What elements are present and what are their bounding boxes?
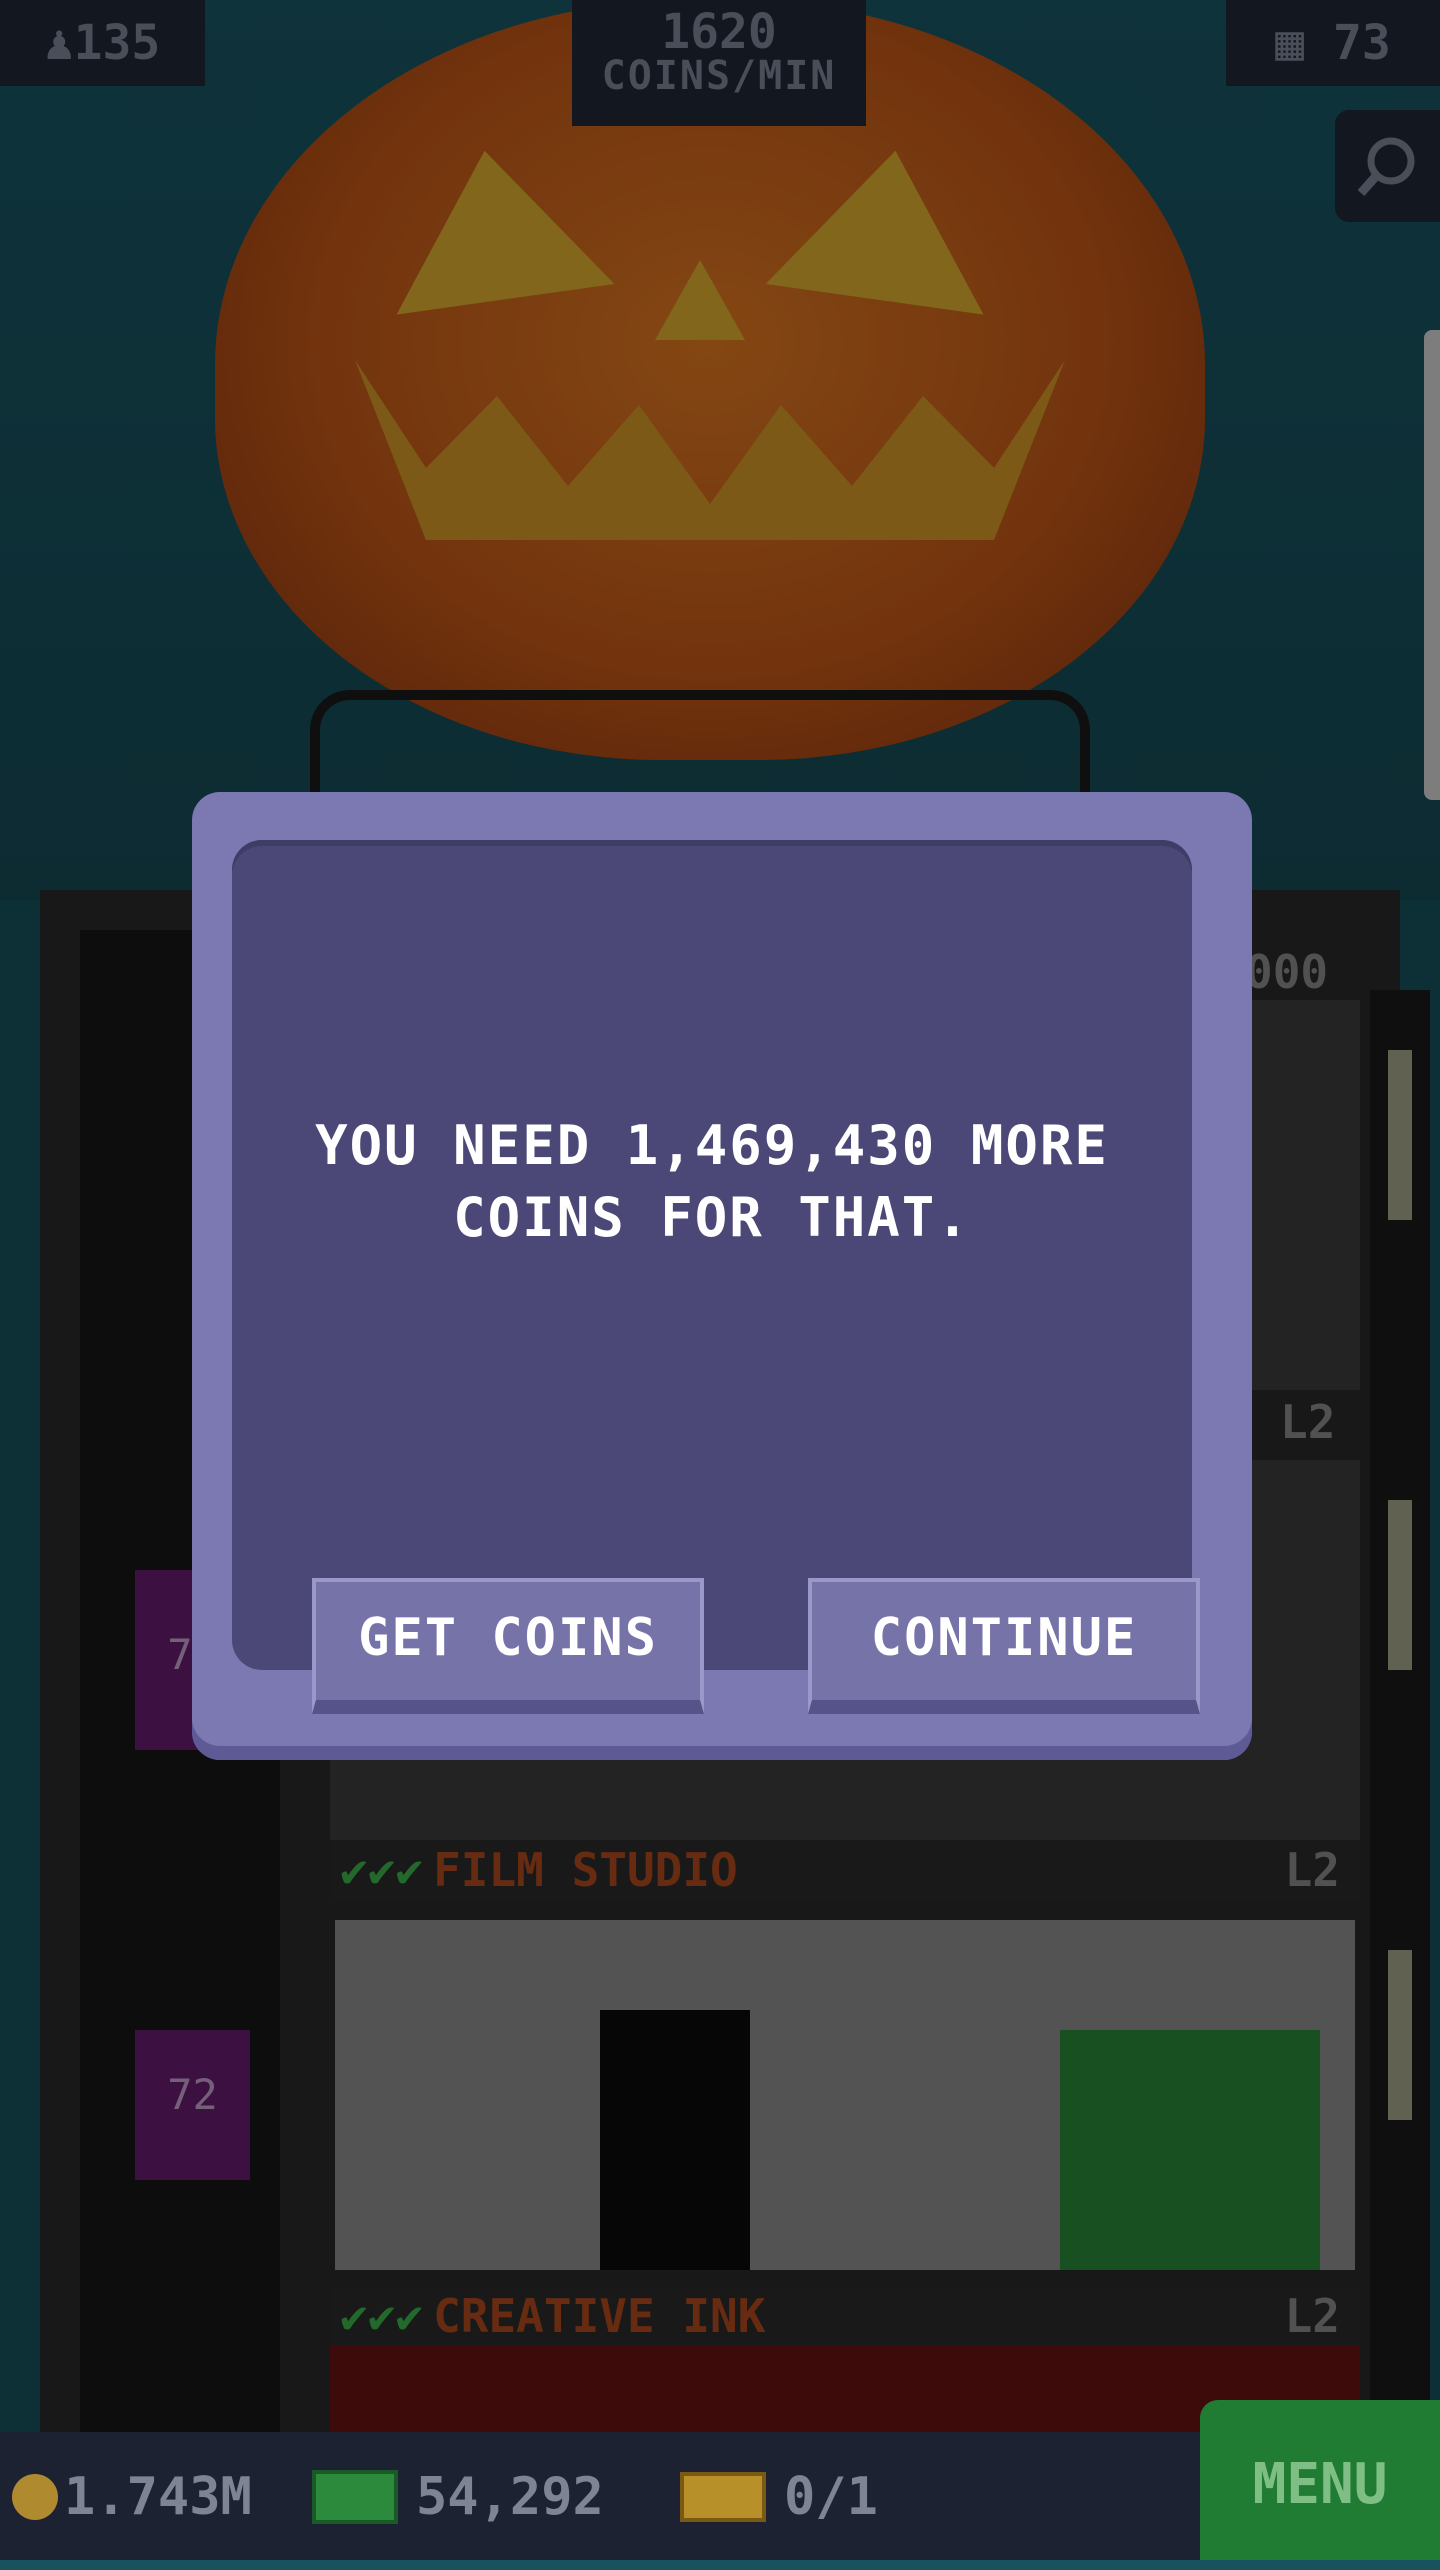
bux-value: 54,292 — [416, 2467, 604, 2527]
get-coins-button[interactable]: GET COINS — [312, 1578, 704, 1714]
coins-value: 1.743M — [64, 2467, 252, 2527]
coins-balance[interactable]: 1.743M — [12, 2452, 252, 2542]
dialog-panel: YOU NEED 1,469,430 MORE COINS FOR THAT. … — [232, 840, 1200, 1714]
tower-bux-icon — [312, 2470, 398, 2524]
bux-balance[interactable]: 54,292 — [312, 2452, 604, 2542]
menu-button[interactable]: MENU — [1200, 2400, 1440, 2560]
dialog-message: YOU NEED 1,469,430 MORE COINS FOR THAT. — [315, 1114, 1109, 1249]
chest-icon — [680, 2472, 766, 2522]
insufficient-coins-dialog: YOU NEED 1,469,430 MORE COINS FOR THAT. … — [192, 792, 1252, 1760]
chest-value: 0/1 — [784, 2467, 878, 2527]
chest-counter[interactable]: 0/1 — [680, 2452, 878, 2542]
continue-button[interactable]: CONTINUE — [808, 1578, 1200, 1714]
coin-icon — [12, 2474, 58, 2520]
